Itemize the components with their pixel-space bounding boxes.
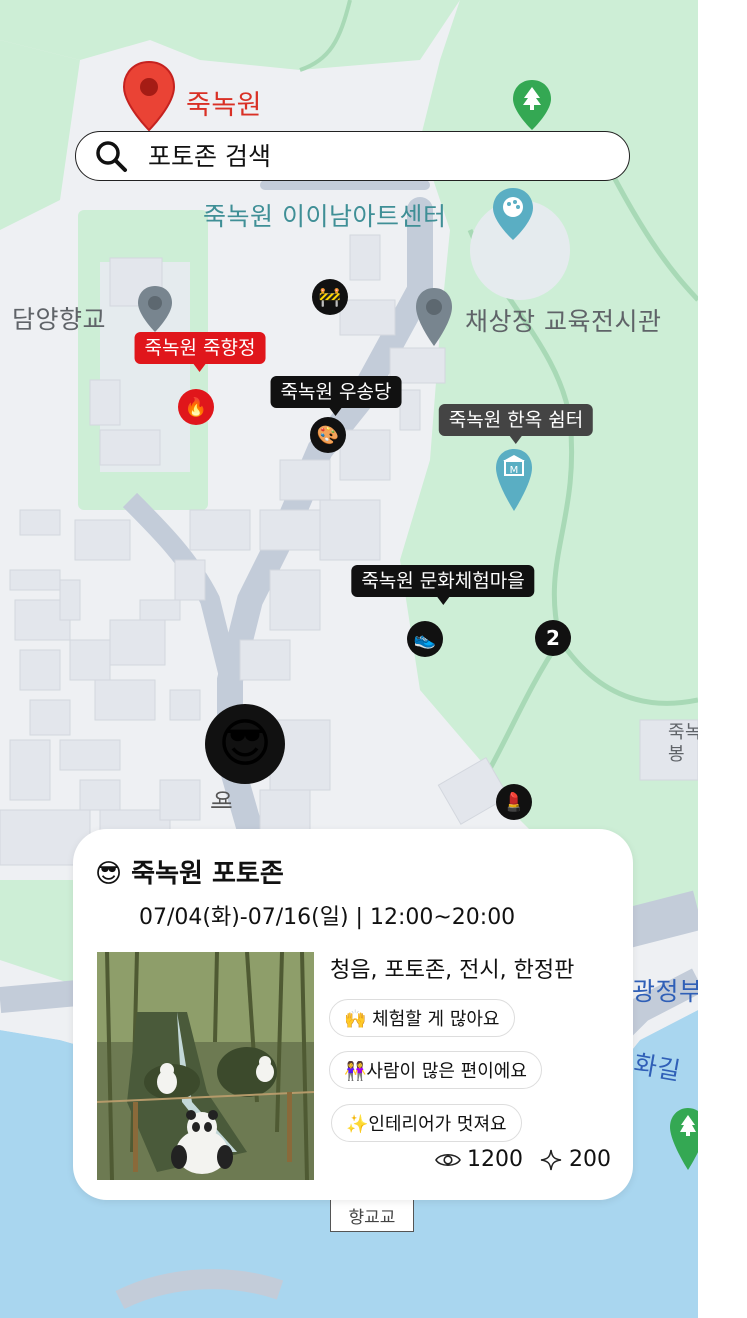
park-tree-icon-2[interactable] (668, 1106, 698, 1172)
exhibition-pin-icon[interactable] (413, 286, 455, 348)
search-bar[interactable] (75, 131, 630, 181)
park-tree-icon[interactable] (510, 78, 554, 132)
card-stats: 1200 200 (435, 1147, 611, 1172)
map-label-hyanggyo-bridge: 향교교 (330, 1198, 414, 1232)
search-input[interactable] (146, 140, 590, 172)
review-chip-interior[interactable]: ✨인테리어가 멋져요 (331, 1104, 522, 1142)
lipstick-icon[interactable]: 💄 (496, 784, 532, 820)
search-icon[interactable] (94, 139, 128, 173)
card-schedule: 07/04(화)-07/16(일) | 12:00~20:00 (139, 905, 516, 930)
place-tag-usong[interactable]: 죽녹원 우송당 (270, 376, 402, 408)
hyanggyo-pin-icon[interactable] (135, 284, 175, 334)
map-label-exhibition-hall: 채상장 교육전시관 (465, 307, 662, 336)
map-label-art-center: 죽녹원 이이남아트센터 (203, 202, 447, 231)
svg-text:M: M (510, 465, 519, 476)
card-title: 죽녹원 포토존 (131, 859, 284, 889)
user-avatar-marker[interactable]: 😎 (205, 704, 285, 784)
like-count: 200 (569, 1147, 611, 1172)
fire-icon[interactable]: 🔥 (178, 389, 214, 425)
map-label-jungnokwon: 죽녹원 (186, 90, 263, 121)
map-label-hyanggyo: 담양향교 (12, 305, 107, 334)
view-count: 1200 (467, 1147, 523, 1172)
review-chip-crowded[interactable]: 👭사람이 많은 편이에요 (329, 1051, 542, 1089)
place-info-card[interactable]: 😎 죽녹원 포토존 07/04(화)-07/16(일) | 12:00~20:0… (73, 829, 633, 1200)
cluster-marker[interactable]: 2 (535, 620, 571, 656)
construction-icon[interactable]: 🚧 (312, 279, 348, 315)
panda-photo-image (97, 952, 314, 1180)
svg-text:예: 예 (207, 790, 232, 810)
map-label-edge: 죽녹 봉 (668, 722, 698, 765)
card-emoji: 😎 (95, 859, 123, 889)
card-tags: 청음, 포토존, 전시, 한정판 (330, 958, 575, 983)
place-photo[interactable] (97, 952, 314, 1180)
card-title-row: 😎 죽녹원 포토존 (95, 853, 284, 890)
museum-pin-icon[interactable]: M (493, 447, 535, 513)
place-tag-munhwa[interactable]: 죽녹원 문화체험마을 (351, 565, 535, 597)
place-tag-hanok[interactable]: 죽녹원 한옥 쉼터 (438, 404, 594, 436)
sparkle-icon[interactable] (539, 1148, 563, 1172)
place-tag-jukhyang[interactable]: 죽녹원 죽향정 (134, 332, 266, 364)
eye-icon (435, 1153, 461, 1166)
location-pin-icon[interactable] (121, 60, 177, 132)
shoe-icon[interactable]: 👟 (407, 621, 443, 657)
art-palette-pin-icon[interactable] (490, 186, 536, 242)
review-chip-experience[interactable]: 🙌 체험할 게 많아요 (329, 999, 515, 1037)
map-label-road-1: 광정부 (632, 977, 698, 1006)
palette-icon[interactable]: 🎨 (310, 417, 346, 453)
